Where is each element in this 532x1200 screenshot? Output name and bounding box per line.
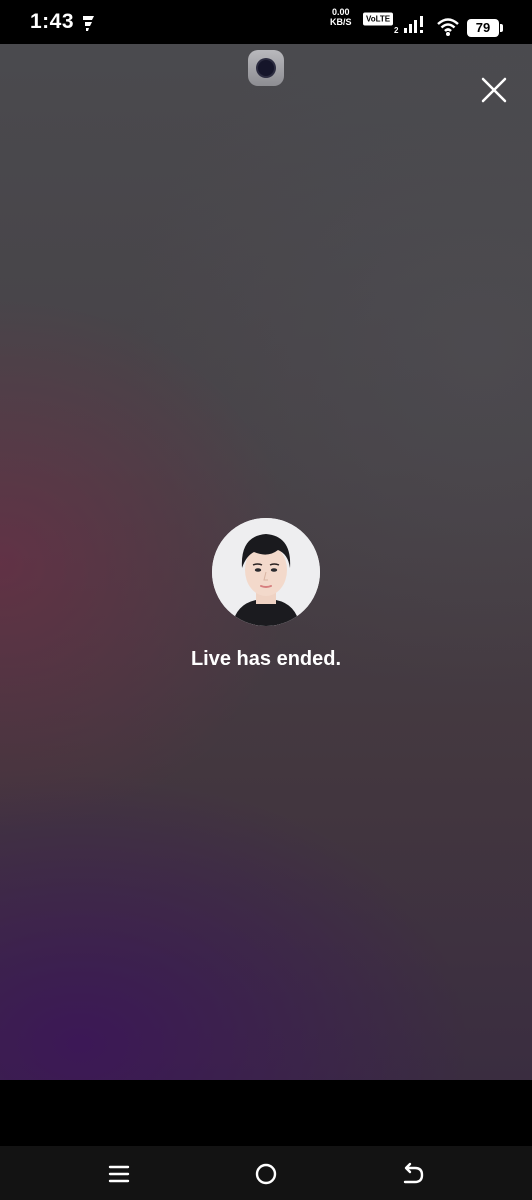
signal-icon: [404, 16, 423, 33]
live-viewer: Live has ended.: [0, 44, 532, 1080]
status-time: 1:43: [30, 10, 75, 33]
network-speed-value: 0.00: [331, 7, 350, 17]
network-speed-unit: KB/S: [330, 17, 352, 27]
screen: 1:43 0.00 KB/S VoLTE 2 79 Live has ended…: [0, 0, 532, 1200]
menu-icon[interactable]: [105, 1160, 133, 1188]
system-navigation-bar: [0, 1146, 532, 1200]
host-avatar: [212, 518, 320, 626]
battery-indicator: 79: [467, 19, 499, 37]
notification-icon: [83, 16, 94, 31]
camera-lens: [258, 60, 274, 76]
live-ended-message: Live has ended.: [190, 648, 342, 670]
wifi-icon: [437, 18, 459, 36]
back-icon[interactable]: [399, 1160, 427, 1188]
volte-sim-number: 2: [394, 26, 399, 35]
volte-badge: VoLTE: [363, 12, 394, 26]
bottom-spacer: [0, 1080, 532, 1146]
avatar-portrait: [212, 518, 320, 626]
battery-tip: [500, 24, 503, 32]
status-bar: 1:43 0.00 KB/S VoLTE 2 79: [0, 0, 532, 44]
front-camera-cutout: [248, 50, 284, 86]
close-icon[interactable]: [478, 74, 510, 106]
home-icon[interactable]: [252, 1160, 280, 1188]
network-speed: 0.00 KB/S: [330, 7, 352, 27]
